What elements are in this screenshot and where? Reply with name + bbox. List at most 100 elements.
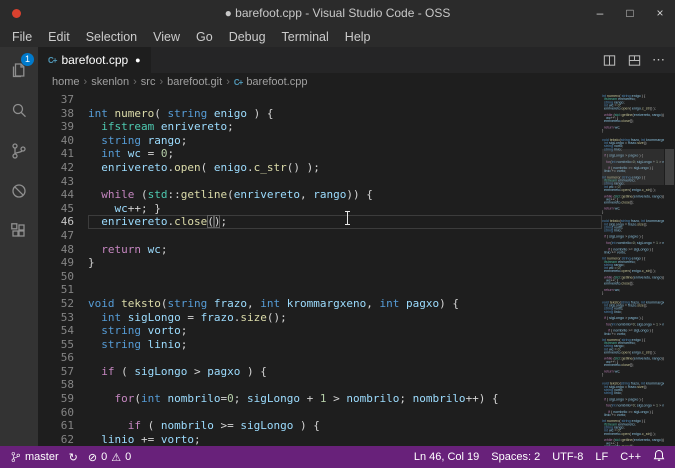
code-line[interactable]: enrivereto.close(); — [602, 444, 664, 446]
code-line[interactable]: if ( nombrilo >= sigLongo ) { — [88, 419, 602, 433]
line-number[interactable]: 60 — [38, 406, 74, 420]
explorer-icon[interactable]: 1 — [0, 51, 38, 91]
line-number[interactable]: 48 — [38, 243, 74, 257]
menu-terminal[interactable]: Terminal — [274, 30, 337, 44]
modified-dot-icon[interactable]: ● — [135, 55, 140, 65]
code-line[interactable]: linio += vorto; — [88, 433, 602, 446]
line-number[interactable]: 47 — [38, 229, 74, 243]
search-icon[interactable] — [0, 91, 38, 131]
code-line[interactable]: void teksto(string frazo, int krommargxe… — [88, 297, 602, 311]
minimap[interactable]: int numero( string enigo ) { ifstream en… — [602, 91, 664, 446]
code-line[interactable]: enrivereto.open( enigo.c_str() ); — [602, 269, 664, 272]
menu-selection[interactable]: Selection — [78, 30, 145, 44]
code-line[interactable] — [88, 229, 602, 243]
source-control-icon[interactable] — [0, 131, 38, 171]
line-number[interactable]: 46 — [38, 215, 74, 229]
code-line[interactable]: return wc; — [88, 243, 602, 257]
line-number[interactable]: 58 — [38, 378, 74, 392]
language-mode-status[interactable]: C++ — [620, 451, 641, 463]
code-line[interactable]: enrivereto.open( enigo.c_str() ); — [88, 161, 602, 175]
menu-view[interactable]: View — [145, 30, 188, 44]
line-number[interactable]: 53 — [38, 311, 74, 325]
cursor-position-status[interactable]: Ln 46, Col 19 — [414, 451, 479, 463]
code-line[interactable] — [88, 270, 602, 284]
line-number[interactable]: 56 — [38, 351, 74, 365]
code-line[interactable]: enrivereto.close(); — [88, 215, 602, 229]
eol-status[interactable]: LF — [595, 451, 608, 463]
line-number[interactable]: 54 — [38, 324, 74, 338]
line-number[interactable]: 59 — [38, 392, 74, 406]
code-line[interactable] — [88, 378, 602, 392]
line-number[interactable]: 40 — [38, 134, 74, 148]
menu-file[interactable]: File — [4, 30, 40, 44]
code-line[interactable]: string vorto; — [88, 324, 602, 338]
code-line[interactable]: enrivereto.open( enigo.c_str() ); — [602, 107, 664, 110]
maximize-button[interactable]: □ — [615, 6, 645, 20]
code-line[interactable] — [88, 406, 602, 420]
code-line[interactable]: enrivereto.open( enigo.c_str() ); — [602, 432, 664, 435]
line-number[interactable]: 41 — [38, 147, 74, 161]
line-number[interactable]: 43 — [38, 175, 74, 189]
scrollbar-thumb[interactable] — [665, 149, 674, 185]
code-line[interactable]: while (std::getline(enrivereto, rango)) … — [88, 188, 602, 202]
branch-status[interactable]: master — [10, 451, 59, 463]
tab-barefoot-cpp[interactable]: C+ barefoot.cpp ● — [38, 47, 151, 73]
problems-status[interactable]: ⊘ 0 ⚠ 0 — [88, 451, 131, 464]
code-line[interactable]: string rango; — [88, 134, 602, 148]
code-line[interactable] — [88, 351, 602, 365]
code-line[interactable]: for(int nombrilo=0; sigLongo + 1 > nombr… — [602, 322, 664, 325]
breadcrumb-home[interactable]: home — [52, 76, 80, 88]
indentation-status[interactable]: Spaces: 2 — [491, 451, 540, 463]
line-number[interactable]: 62 — [38, 433, 74, 446]
menu-help[interactable]: Help — [337, 30, 379, 44]
breadcrumb-skenlon[interactable]: skenlon — [91, 76, 129, 88]
breadcrumb-barefoot-git[interactable]: barefoot.git — [167, 76, 222, 88]
split-editor-icon[interactable] — [602, 53, 617, 68]
line-number[interactable]: 61 — [38, 419, 74, 433]
code-line[interactable]: if ( sigLongo > pagxo ) { — [88, 365, 602, 379]
code-line[interactable] — [88, 283, 602, 297]
notifications-bell-icon[interactable] — [653, 449, 665, 465]
code-line[interactable]: int wc = 0; — [88, 147, 602, 161]
debug-icon[interactable] — [0, 171, 38, 211]
vertical-scrollbar[interactable] — [664, 91, 675, 446]
code-line[interactable]: for(int nombrilo=0; sigLongo + 1 > nombr… — [602, 404, 664, 407]
code-line[interactable]: for(int nombrilo=0; sigLongo + 1 > nombr… — [88, 392, 602, 406]
line-number[interactable]: 55 — [38, 338, 74, 352]
code-line[interactable]: } — [88, 256, 602, 270]
line-number[interactable]: 39 — [38, 120, 74, 134]
code-line[interactable] — [88, 175, 602, 189]
code-line[interactable]: ifstream enrivereto; — [88, 120, 602, 134]
line-number[interactable]: 52 — [38, 297, 74, 311]
line-number[interactable]: 42 — [38, 161, 74, 175]
code-line[interactable]: int numero( string enigo ) { — [88, 107, 602, 121]
more-actions-icon[interactable]: ⋯ — [652, 52, 665, 68]
code-line[interactable]: enrivereto.open( enigo.c_str() ); — [602, 351, 664, 354]
code-line[interactable]: for(int nombrilo=0; sigLongo + 1 > nombr… — [602, 241, 664, 244]
line-number[interactable]: 51 — [38, 283, 74, 297]
code-line[interactable]: string linio; — [88, 338, 602, 352]
minimap-slider[interactable] — [602, 149, 664, 185]
line-number[interactable]: 49 — [38, 256, 74, 270]
menu-debug[interactable]: Debug — [221, 30, 274, 44]
menu-go[interactable]: Go — [188, 30, 221, 44]
code-line[interactable]: wc++; } — [88, 202, 602, 216]
code-area[interactable]: int numero( string enigo ) { ifstream en… — [82, 91, 602, 446]
editor-layout-icon[interactable] — [627, 53, 642, 68]
line-number[interactable]: 57 — [38, 365, 74, 379]
sync-button[interactable]: ↻ — [69, 451, 78, 464]
close-button[interactable]: × — [645, 6, 675, 20]
code-line[interactable]: enrivereto.open( enigo.c_str() ); — [602, 188, 664, 191]
breadcrumb-barefoot-cpp[interactable]: barefoot.cpp — [246, 76, 307, 88]
menu-edit[interactable]: Edit — [40, 30, 78, 44]
line-number[interactable]: 37 — [38, 93, 74, 107]
line-number[interactable]: 50 — [38, 270, 74, 284]
extensions-icon[interactable] — [0, 211, 38, 251]
code-line[interactable]: int sigLongo = frazo.size(); — [88, 311, 602, 325]
minimize-button[interactable]: – — [585, 6, 615, 20]
code-line[interactable] — [88, 93, 602, 107]
encoding-status[interactable]: UTF-8 — [552, 451, 583, 463]
breadcrumb-src[interactable]: src — [141, 76, 156, 88]
line-number[interactable]: 38 — [38, 107, 74, 121]
line-number[interactable]: 44 — [38, 188, 74, 202]
